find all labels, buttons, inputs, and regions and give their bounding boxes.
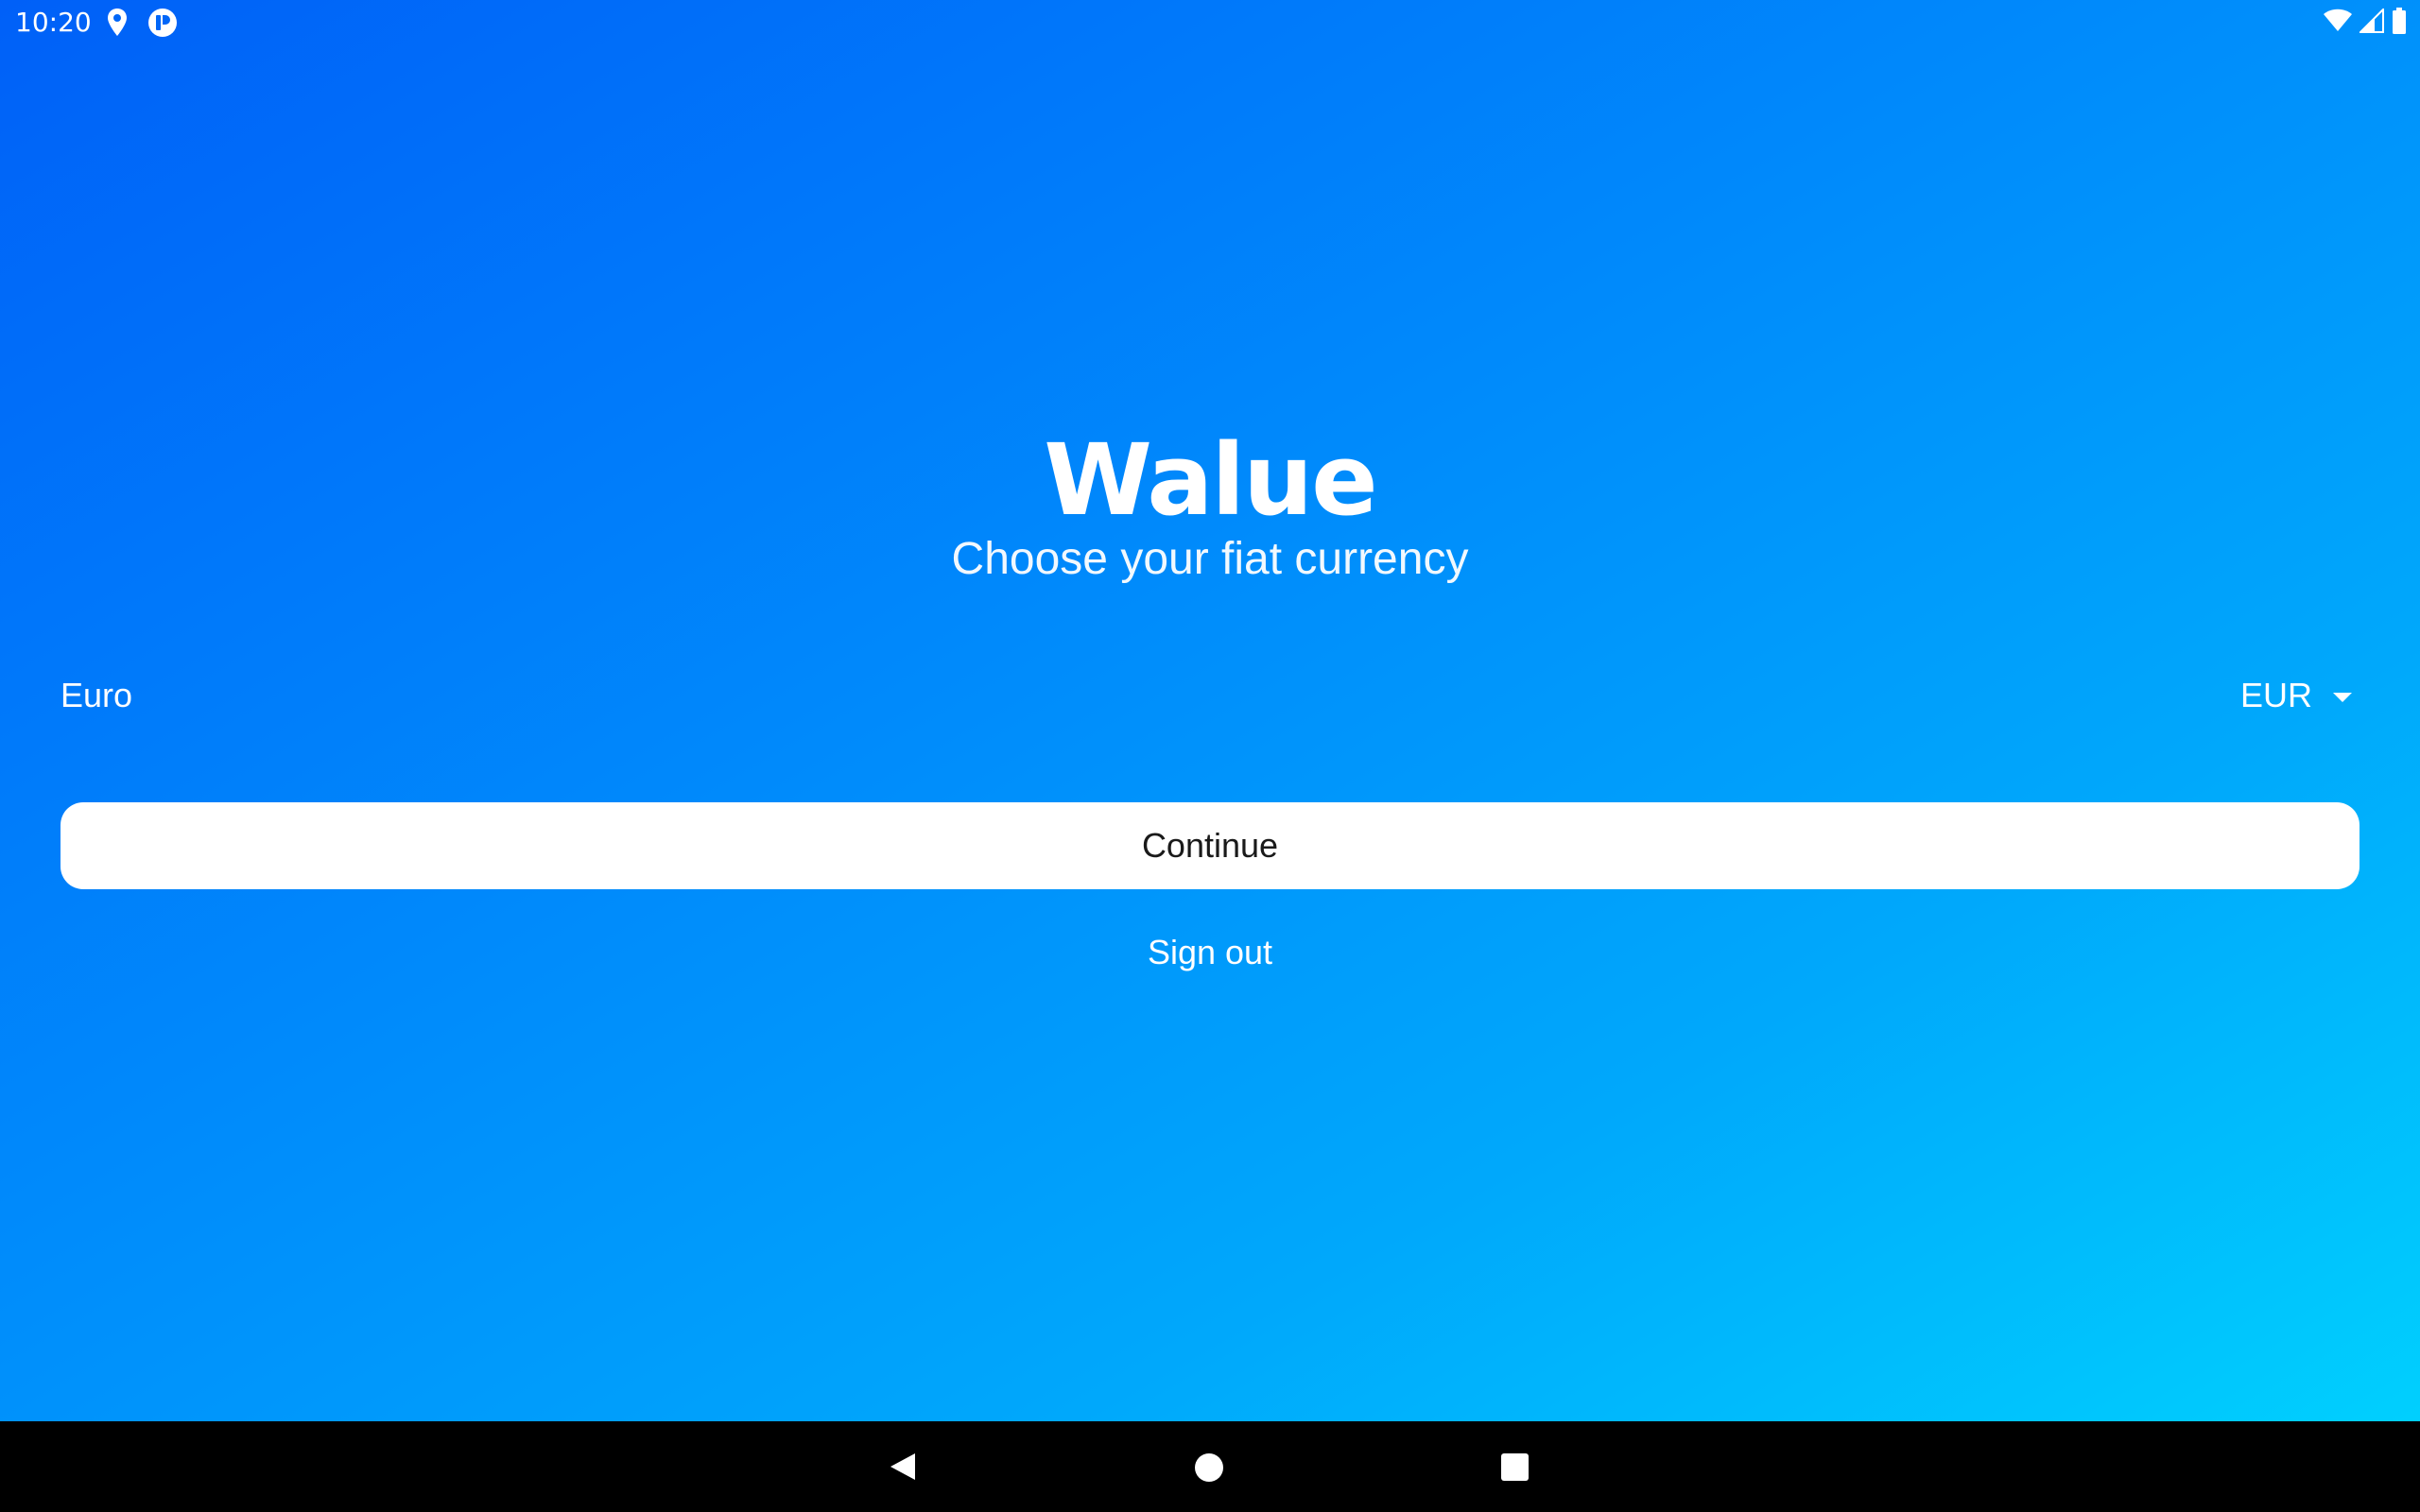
currency-row: Euro EUR — [60, 662, 2360, 730]
battery-icon — [2392, 8, 2407, 38]
cell-signal-icon — [2358, 7, 2384, 37]
status-time: 10:20 — [15, 7, 92, 38]
recents-icon[interactable] — [1501, 1453, 1529, 1481]
home-icon[interactable] — [1195, 1453, 1223, 1482]
wifi-icon — [2324, 9, 2352, 37]
sign-out-link[interactable]: Sign out — [1148, 933, 1272, 971]
app-logo-text: Walue — [1044, 422, 1377, 538]
navigation-bar — [0, 1421, 2420, 1512]
currency-name: Euro — [60, 676, 133, 714]
currency-dropdown[interactable]: EUR — [2240, 662, 2360, 730]
signout-container: Sign out — [0, 926, 2420, 979]
back-icon[interactable] — [889, 1452, 917, 1482]
status-bar: 10:20 — [0, 0, 2420, 45]
dropdown-caret-icon — [2333, 693, 2352, 702]
continue-button-label: Continue — [1141, 826, 1279, 865]
page-subtitle: Choose your fiat currency — [951, 534, 1469, 584]
currency-code: EUR — [2239, 676, 2312, 714]
location-pin-icon — [106, 8, 129, 38]
app-notification-icon — [147, 8, 178, 38]
status-icons — [2324, 7, 2407, 38]
continue-button[interactable]: Continue — [60, 802, 2360, 889]
